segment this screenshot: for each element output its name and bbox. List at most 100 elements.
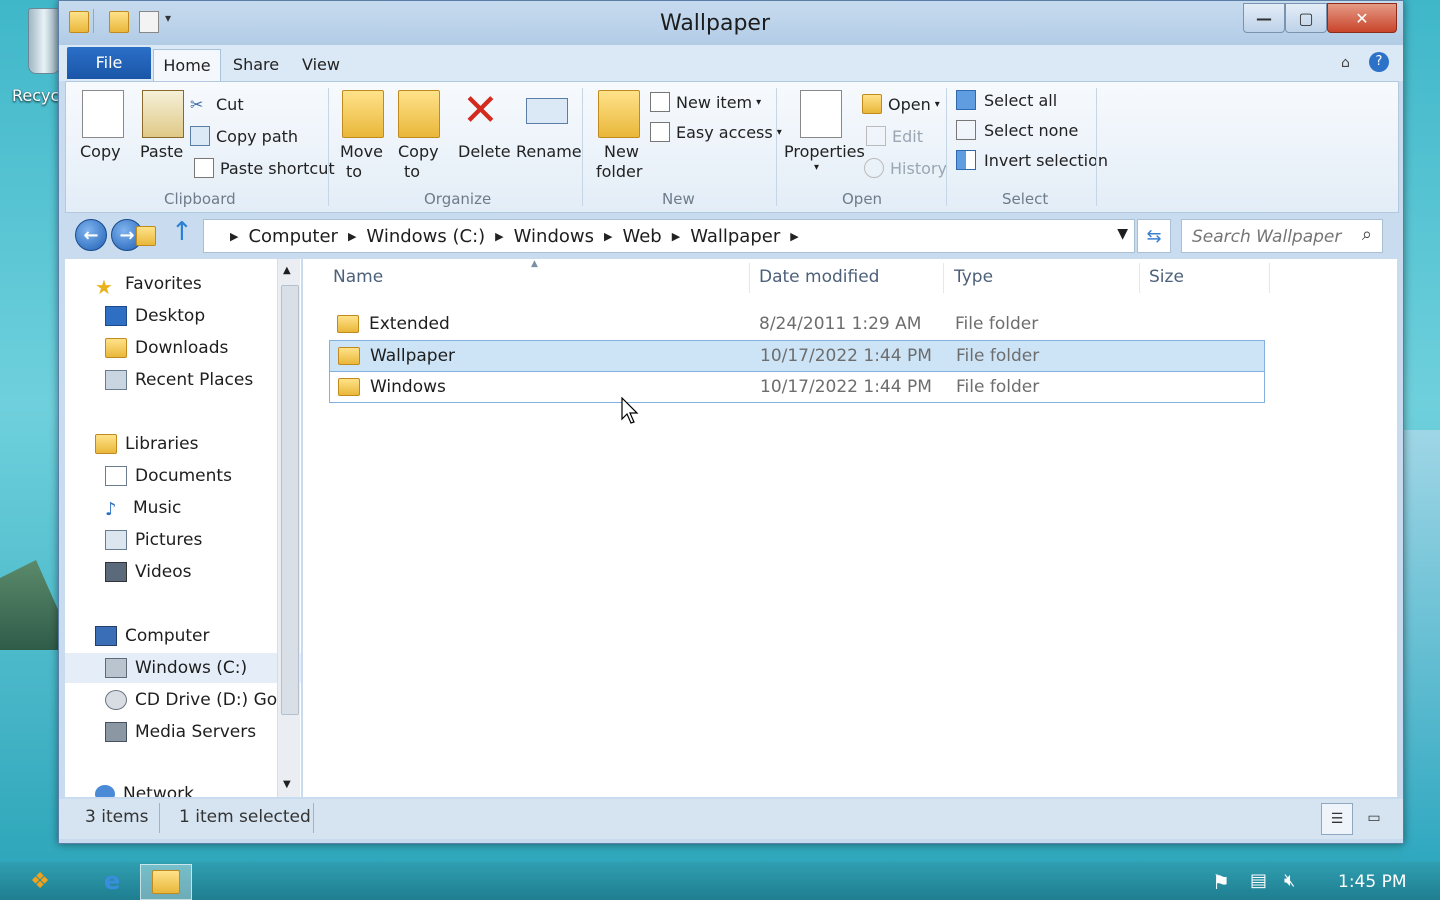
nav-network[interactable]: Network	[65, 779, 301, 797]
nav-music[interactable]: ♪ Music	[65, 493, 301, 523]
properties-button[interactable]: Properties ▾	[784, 86, 865, 182]
file-row[interactable]: Extended 8/24/2011 1:29 AM File folder	[329, 309, 1263, 339]
minimize-button[interactable]: —	[1243, 3, 1285, 33]
column-header-size[interactable]: Size	[1149, 267, 1184, 293]
back-button[interactable]: ←	[75, 219, 107, 251]
tab-file[interactable]: File	[67, 47, 151, 79]
nav-recent-places[interactable]: Recent Places	[65, 365, 301, 395]
nav-pictures[interactable]: Pictures	[65, 525, 301, 555]
tab-view[interactable]: View	[293, 49, 349, 81]
easy-access-button[interactable]: Easy access ▾	[650, 120, 782, 144]
volume-muted-icon[interactable]: 🔇︎	[1284, 870, 1295, 891]
select-all-button[interactable]: Select all	[956, 88, 1057, 112]
network-tray-icon[interactable]: ▤	[1250, 870, 1267, 891]
maximize-button[interactable]: ▢	[1285, 3, 1327, 33]
edit-icon	[866, 126, 886, 146]
copy-icon	[82, 90, 124, 138]
dropdown-arrow-icon: ▾	[814, 162, 820, 173]
invert-selection-button[interactable]: Invert selection	[956, 148, 1108, 172]
breadcrumb-computer[interactable]: Computer	[238, 226, 347, 247]
folder-icon	[338, 378, 360, 396]
nav-documents[interactable]: Documents	[65, 461, 301, 491]
chevron-right-icon[interactable]: ▶	[604, 230, 612, 243]
search-box[interactable]: ⌕	[1181, 219, 1383, 253]
group-label-clipboard: Clipboard	[164, 190, 236, 208]
history-icon	[864, 158, 884, 178]
action-center-flag-icon[interactable]: ⚑	[1212, 870, 1230, 894]
column-header-type[interactable]: Type	[954, 267, 993, 293]
delete-button[interactable]: ✕ Delete	[454, 86, 511, 182]
nav-downloads[interactable]: Downloads	[65, 333, 301, 363]
start-button[interactable]: ❖	[0, 864, 80, 898]
navigation-pane-scrollbar[interactable]: ▲ ▼	[277, 259, 300, 797]
minimize-ribbon-icon[interactable]: ⌂	[1341, 55, 1350, 71]
breadcrumb-windows[interactable]: Windows	[504, 226, 604, 247]
nav-libraries[interactable]: Libraries	[65, 429, 301, 459]
large-icons-view-button[interactable]: ▭	[1359, 803, 1389, 833]
title-bar[interactable]: ▾ Wallpaper — ▢ ✕	[59, 1, 1403, 45]
taskbar-file-explorer[interactable]	[140, 864, 192, 900]
computer-icon	[95, 626, 117, 646]
paste-shortcut-button[interactable]: Paste shortcut	[194, 156, 335, 180]
nav-computer[interactable]: Computer	[65, 621, 301, 651]
search-input[interactable]	[1190, 222, 1354, 252]
file-row-selected[interactable]: Wallpaper 10/17/2022 1:44 PM File folder	[329, 340, 1265, 372]
taskbar-clock[interactable]: 1:45 PM	[1338, 872, 1407, 892]
copy-to-button[interactable]: Copy to	[392, 86, 442, 182]
breadcrumb-web[interactable]: Web	[612, 226, 671, 247]
column-header-name[interactable]: Name	[333, 267, 383, 293]
paste-button[interactable]: Paste	[136, 86, 186, 166]
move-to-button[interactable]: Move to	[336, 86, 386, 182]
copy-button[interactable]: Copy	[78, 86, 124, 166]
chevron-right-icon[interactable]: ▶	[348, 230, 356, 243]
group-label-open: Open	[842, 190, 883, 208]
copy-to-icon	[398, 90, 440, 138]
breadcrumb-wallpaper[interactable]: Wallpaper	[680, 226, 790, 247]
copy-path-button[interactable]: Copy path	[190, 124, 298, 148]
cut-button[interactable]: ✂ Cut	[190, 92, 244, 116]
chevron-right-icon[interactable]: ▶	[672, 230, 680, 243]
history-button[interactable]: History	[864, 156, 947, 180]
edit-button[interactable]: Edit	[866, 124, 923, 148]
nav-windows-c[interactable]: Windows (C:)	[65, 653, 301, 683]
select-none-button[interactable]: Select none	[956, 118, 1078, 142]
refresh-button[interactable]: ⇆	[1137, 219, 1171, 253]
taskbar-internet-explorer[interactable]: e	[88, 864, 136, 898]
copy-path-icon	[190, 126, 210, 146]
address-folder-icon	[136, 226, 156, 246]
paste-icon	[142, 90, 184, 138]
help-icon[interactable]: ?	[1369, 52, 1389, 72]
details-view-button[interactable]: ☰	[1321, 803, 1353, 835]
scroll-up-icon[interactable]: ▲	[283, 265, 291, 276]
rename-button[interactable]: Rename	[510, 86, 582, 166]
close-button[interactable]: ✕	[1327, 3, 1397, 33]
column-header-date[interactable]: Date modified	[759, 267, 879, 293]
chevron-right-icon[interactable]: ▶	[230, 230, 238, 243]
nav-favorites[interactable]: ★ Favorites	[65, 269, 301, 299]
refresh-icon: ⇆	[1146, 225, 1162, 247]
search-icon[interactable]: ⌕	[1362, 224, 1372, 245]
up-button[interactable]: ↑	[171, 217, 193, 247]
nav-media-servers[interactable]: Media Servers	[65, 717, 301, 747]
chevron-right-icon[interactable]: ▶	[790, 230, 798, 243]
chevron-right-icon[interactable]: ▶	[495, 230, 503, 243]
scrollbar-thumb[interactable]	[281, 285, 299, 715]
new-item-button[interactable]: New item ▾	[650, 90, 761, 114]
file-row-hover[interactable]: Windows 10/17/2022 1:44 PM File folder	[329, 371, 1265, 403]
tab-home[interactable]: Home	[153, 49, 221, 82]
invert-selection-icon	[956, 150, 976, 170]
new-folder-button[interactable]: New folder	[590, 86, 646, 182]
tab-share[interactable]: Share	[225, 49, 287, 81]
breadcrumb-windows-c[interactable]: Windows (C:)	[356, 226, 495, 247]
scroll-down-icon[interactable]: ▼	[283, 779, 291, 790]
open-button[interactable]: Open ▾	[862, 92, 940, 116]
file-name: Windows	[370, 377, 446, 397]
nav-cd-drive[interactable]: CD Drive (D:) Goo	[65, 685, 301, 715]
address-dropdown-icon[interactable]: ▼	[1117, 226, 1128, 242]
nav-desktop[interactable]: Desktop	[65, 301, 301, 331]
videos-icon	[105, 562, 127, 582]
address-bar[interactable]: ▶ Computer ▶ Windows (C:) ▶ Windows ▶ We…	[136, 219, 1135, 253]
paste-shortcut-icon	[194, 158, 214, 178]
recycle-bin[interactable]: Recyc	[0, 0, 62, 120]
nav-videos[interactable]: Videos	[65, 557, 301, 587]
